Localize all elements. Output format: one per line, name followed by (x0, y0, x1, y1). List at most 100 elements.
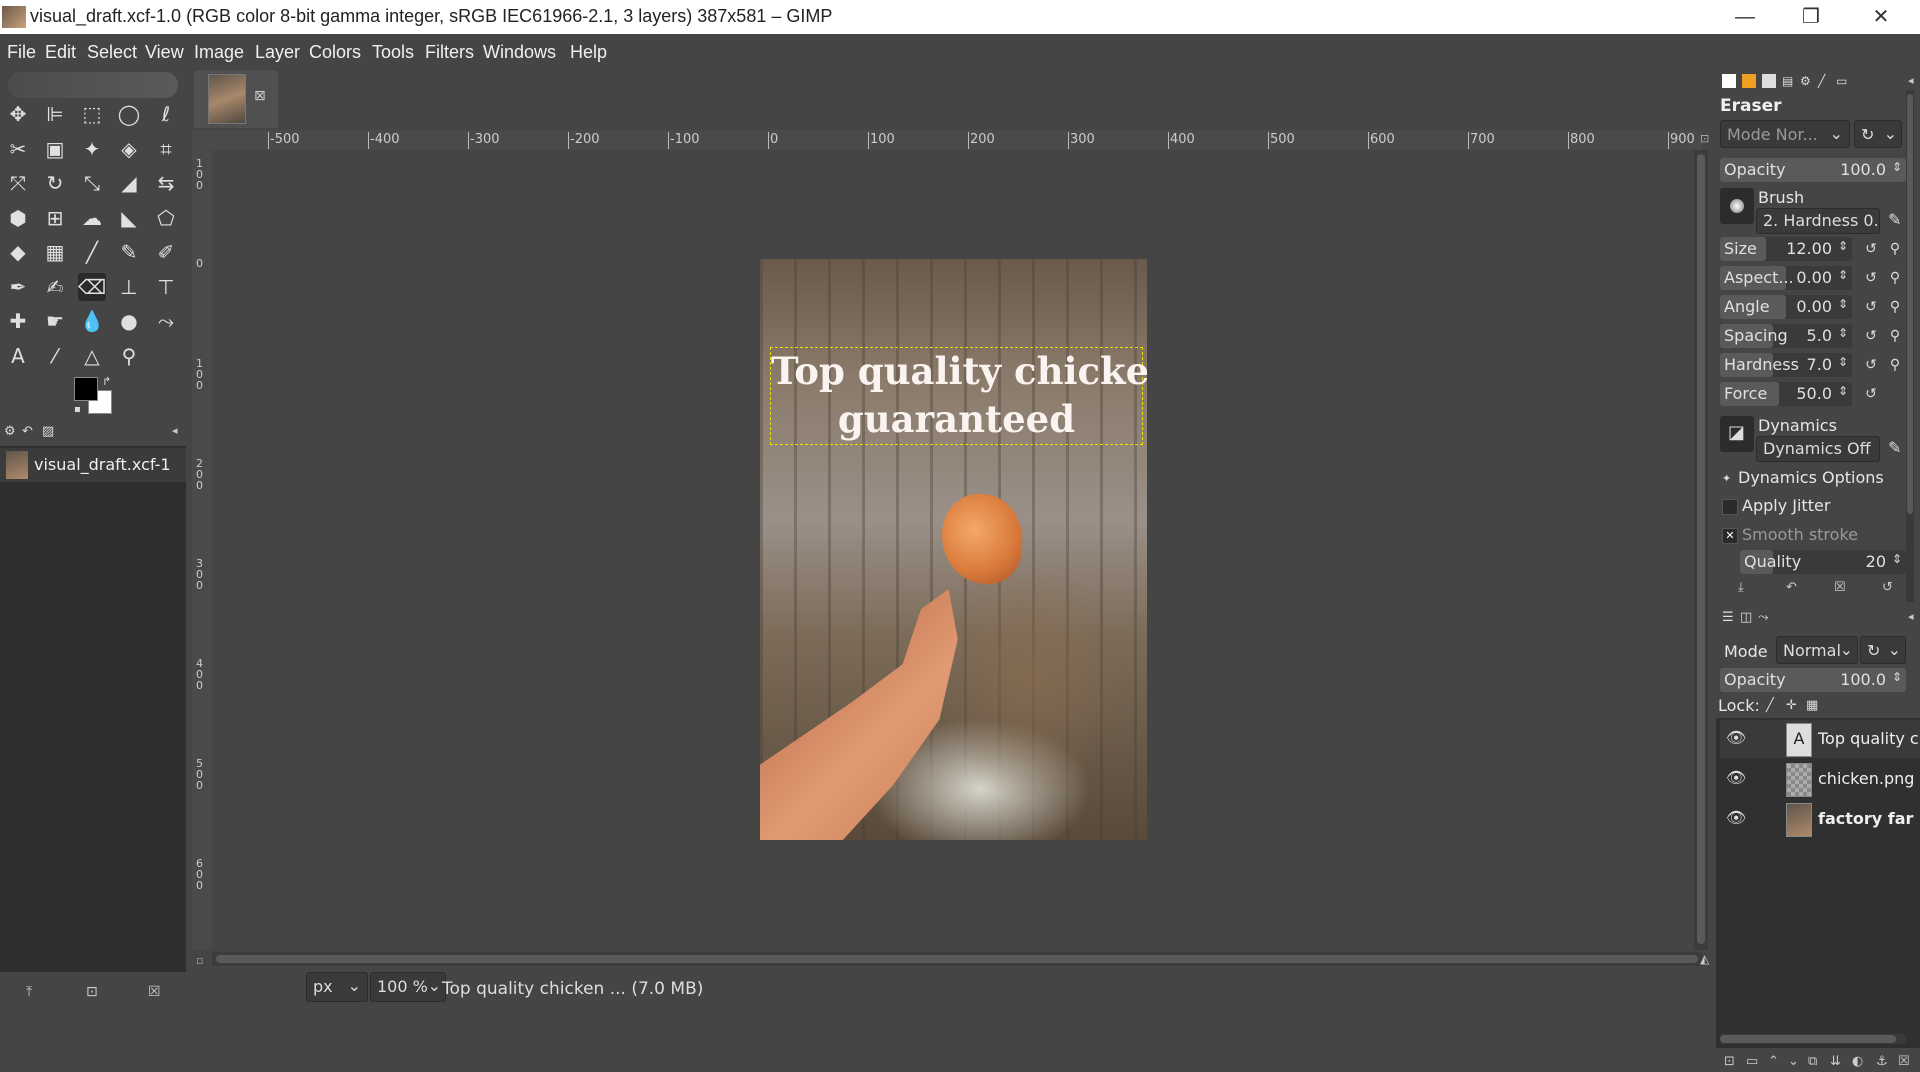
unified-transform-tool[interactable]: ⤧ (4, 169, 32, 197)
mode-reset-button[interactable]: ↻ ⌄ (1854, 120, 1902, 148)
zoom-selector[interactable]: 100 % ⌄ (370, 972, 446, 1002)
mode-selector[interactable]: Mode Nor... ⌄ (1720, 120, 1850, 148)
spin-icon[interactable]: ⇕ (1838, 384, 1848, 398)
size-slider[interactable]: Size 12.00 ⇕ (1720, 237, 1852, 261)
tool-options-tab-icon[interactable]: ▭ (1836, 74, 1847, 88)
close-icon[interactable]: ✕ (1856, 2, 1906, 32)
default-colors-icon[interactable]: ▪ (74, 404, 81, 415)
menu-windows[interactable]: Windows (483, 42, 556, 63)
tool-options-scrollbar[interactable] (1906, 90, 1914, 602)
layer-row-chicken[interactable]: 👁 chicken.png (1720, 760, 1920, 798)
mask-layer-icon[interactable]: ◐ (1852, 1054, 1863, 1069)
warp-tool[interactable]: ☁ (78, 204, 106, 232)
layer-mode-selector[interactable]: Normal ⌄ (1776, 636, 1858, 664)
paths-tool[interactable]: ⤳ (152, 307, 180, 335)
panel-menu-icon[interactable]: ◂ (1908, 610, 1914, 623)
edit-brush-icon[interactable]: ✎ (1888, 210, 1901, 229)
heal-tool[interactable]: ✚ (4, 307, 32, 335)
save-options-icon[interactable]: ⤓ (1738, 580, 1744, 595)
reset-force-icon[interactable]: ↺ (1862, 385, 1880, 403)
paths-tab-icon[interactable]: ⤳ (1758, 610, 1768, 625)
perspective-tool[interactable]: ⬢ (4, 204, 32, 232)
vertical-scroll-thumb[interactable] (1697, 154, 1705, 944)
handle-transform-tool[interactable]: ◣ (115, 204, 143, 232)
images-list-item[interactable]: visual_draft.xcf-1 (0, 448, 186, 482)
raise-view-icon[interactable]: ⤒ (26, 984, 32, 1000)
pencil-tool[interactable]: ✎ (115, 238, 143, 266)
reset-spacing-icon[interactable]: ↺ (1862, 327, 1880, 345)
angle-slider[interactable]: Angle 0.00 ⇕ (1720, 295, 1852, 319)
panel-menu-icon[interactable]: ◂ (172, 424, 178, 437)
restore-icon[interactable]: ❐ (1786, 2, 1836, 32)
quality-slider[interactable]: Quality 20 ⇕ (1740, 550, 1906, 574)
horizontal-scrollbar[interactable] (212, 952, 1702, 966)
mypaint-brush-tool[interactable]: ✍ (41, 273, 69, 301)
horizontal-scroll-thumb[interactable] (216, 955, 1698, 963)
visibility-eye-icon[interactable]: 👁 (1726, 808, 1748, 830)
image-canvas[interactable]: Top quality chicken guaranteed (760, 259, 1147, 840)
paintbrush-tool[interactable]: ╱ (78, 238, 106, 266)
new-group-icon[interactable]: ▭ (1746, 1054, 1758, 1069)
lock-alpha-icon[interactable]: ▦ (1806, 698, 1818, 713)
brush-selector[interactable]: 2. Hardness 0. (1756, 208, 1880, 234)
flip-tool[interactable]: ⇆ (152, 169, 180, 197)
link-size-icon[interactable]: ⚲ (1886, 240, 1904, 258)
delete-icon[interactable]: ☒ (148, 984, 161, 1000)
spin-icon[interactable]: ⇕ (1892, 160, 1902, 174)
zoom-tool[interactable]: ⚲ (115, 342, 143, 370)
close-tab-icon[interactable]: ⊠ (254, 88, 266, 104)
link-angle-icon[interactable]: ⚲ (1886, 298, 1904, 316)
spin-icon[interactable]: ⇕ (1838, 268, 1848, 282)
paint-tab-icon[interactable]: ╱ (1818, 74, 1825, 88)
layer-opacity-slider[interactable]: Opacity 100.0 ⇕ (1720, 668, 1906, 692)
brush-preview[interactable] (1720, 188, 1754, 224)
visibility-eye-icon[interactable]: 👁 (1726, 768, 1748, 790)
ellipse-select-tool[interactable]: ◯ (115, 100, 143, 128)
link-aspect-icon[interactable]: ⚲ (1886, 269, 1904, 287)
spacing-slider[interactable]: Spacing 5.0 ⇕ (1720, 324, 1852, 348)
ink-tool[interactable]: ✒ (4, 273, 32, 301)
lock-pixels-icon[interactable]: ╱ (1766, 698, 1774, 713)
menu-filters[interactable]: Filters (425, 42, 474, 63)
menu-view[interactable]: View (145, 42, 184, 63)
document-history-tab-icon[interactable]: ▤ (1782, 74, 1793, 88)
align-tool[interactable]: ⊫ (41, 100, 69, 128)
clone-tool[interactable]: ⊥ (115, 273, 143, 301)
reset-aspect-icon[interactable]: ↺ (1862, 269, 1880, 287)
menu-tools[interactable]: Tools (372, 42, 414, 63)
layer-composite-button[interactable]: ↻ ⌄ (1860, 636, 1906, 664)
panel-menu-icon[interactable]: ◂ (1908, 74, 1914, 87)
shear-tool[interactable]: ◢ (115, 169, 143, 197)
spin-icon[interactable]: ⇕ (1892, 670, 1902, 684)
blur-tool[interactable]: 💧 (78, 307, 106, 335)
raise-layer-icon[interactable]: ⌃ (1768, 1054, 1779, 1069)
patterns-tab-icon[interactable] (1742, 74, 1756, 88)
hardness-slider[interactable]: Hardness 7.0 ⇕ (1720, 353, 1852, 377)
menu-select[interactable]: Select (87, 42, 137, 63)
dynamics-preview[interactable]: ◪ (1720, 416, 1754, 452)
link-spacing-icon[interactable]: ⚲ (1886, 327, 1904, 345)
brushes-tab-icon[interactable] (1722, 74, 1736, 88)
layers-tab-icon[interactable]: ☰ (1722, 610, 1734, 625)
force-slider[interactable]: Force 50.0 ⇕ (1720, 382, 1852, 406)
measure-tool[interactable]: △ (78, 342, 106, 370)
unit-selector[interactable]: px ⌄ (306, 972, 368, 1002)
minimize-icon[interactable]: — (1720, 2, 1770, 32)
menu-colors[interactable]: Colors (309, 42, 361, 63)
delete-layer-icon[interactable]: ☒ (1898, 1054, 1910, 1069)
dodge-burn-tool[interactable]: ● (115, 307, 143, 335)
horizontal-ruler[interactable]: -500 -400 -300 -200 -100 0 100 200 300 400 500 600 7… (212, 130, 1702, 151)
scissors-tool[interactable]: ✂ (4, 135, 32, 163)
images-tab-icon[interactable]: ▨ (42, 424, 54, 439)
color-picker-tool[interactable]: ⁄ (41, 342, 69, 370)
swap-colors-icon[interactable]: ↱ (102, 375, 111, 388)
airbrush-tool[interactable]: ✐ (152, 238, 180, 266)
restore-options-icon[interactable]: ↶ (1786, 580, 1797, 595)
menu-layer[interactable]: Layer (255, 42, 300, 63)
rotate-tool[interactable]: ↻ (41, 169, 69, 197)
channels-tab-icon[interactable]: ◫ (1740, 610, 1752, 625)
undo-history-tab-icon[interactable]: ↶ (22, 424, 33, 439)
menu-help[interactable]: Help (570, 42, 607, 63)
vertical-ruler[interactable]: 1 0 0 0 1 0 0 2 0 0 3 0 0 4 0 0 5 0 0 6 0 0 (192, 150, 213, 950)
reset-size-icon[interactable]: ↺ (1862, 240, 1880, 258)
